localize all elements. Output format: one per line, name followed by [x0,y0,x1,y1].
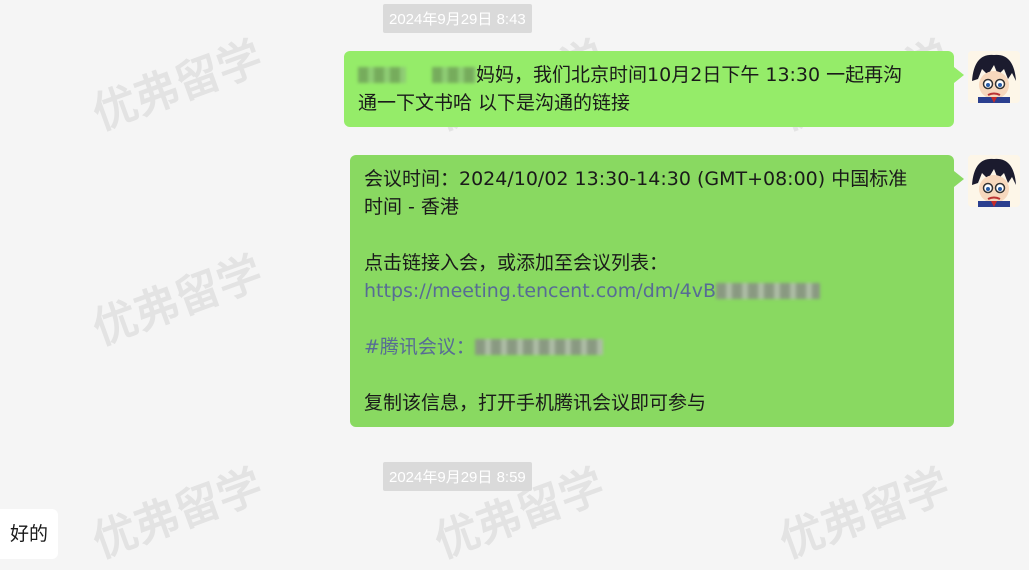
redacted-meeting-id [474,339,603,355]
watermark: 优弗留学 [86,32,269,141]
meeting-time-text: 会议时间：2024/10/02 13:30-14:30 (GMT+08:00) … [364,168,908,190]
outgoing-meeting-message-bubble[interactable]: 会议时间：2024/10/02 13:30-14:30 (GMT+08:00) … [350,155,964,427]
outgoing-message-bubble[interactable]: 妈妈，我们北京时间10月2日下午 13:30 一起再沟 通一下文书哈 以下是沟通… [344,51,964,127]
meeting-id-tag[interactable]: #腾讯会议： [364,336,475,358]
meeting-footer-text: 复制该信息，打开手机腾讯会议即可参与 [364,392,707,414]
user-avatar[interactable] [968,51,1020,103]
avatar-image-icon [968,51,1020,103]
redacted-link [716,283,821,299]
redacted-name [432,67,477,83]
message-text: 妈妈，我们北京时间10月2日下午 13:30 一起再沟 [476,64,903,86]
message-timestamp: 2024年9月29日 8:43 [383,4,532,33]
message-text: 好的 [10,523,49,545]
redacted-name [358,67,406,83]
user-avatar[interactable] [968,155,1020,207]
message-timestamp: 2024年9月29日 8:59 [383,462,532,491]
avatar-image-icon [968,155,1020,207]
meeting-link[interactable]: https://meeting.tencent.com/dm/4vB [364,280,716,302]
watermark: 优弗留学 [773,460,956,569]
join-instructions-text: 点击链接入会，或添加至会议列表： [364,252,669,274]
message-text: 通一下文书哈 以下是沟通的链接 [358,92,631,114]
watermark: 优弗留学 [86,247,269,356]
incoming-message-bubble[interactable]: 好的 [0,509,59,559]
meeting-time-text: 时间 - 香港 [364,196,459,218]
watermark: 优弗留学 [86,460,269,569]
